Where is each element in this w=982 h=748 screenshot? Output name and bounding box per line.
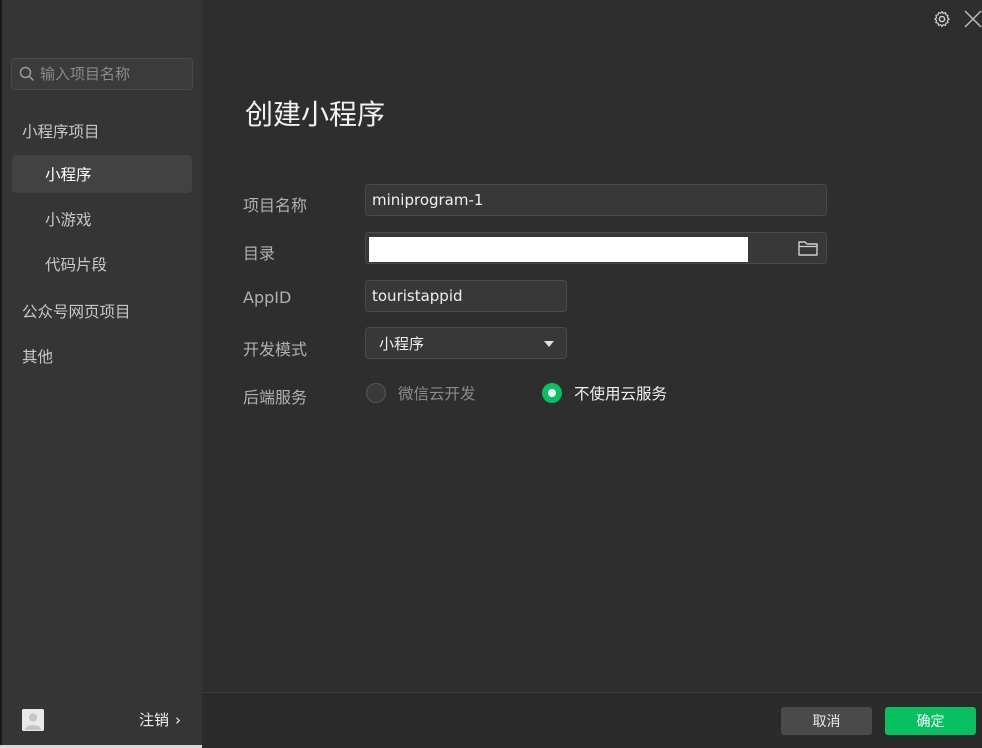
search-input[interactable] [40, 65, 180, 83]
directory-field[interactable] [365, 232, 827, 264]
appid-label: AppID [243, 288, 292, 307]
sidebar-section-other[interactable]: 其他 [22, 345, 53, 367]
radio-no-cloud[interactable]: 不使用云服务 [542, 382, 667, 404]
directory-value[interactable] [369, 237, 748, 262]
project-name-value: miniprogram-1 [372, 191, 484, 209]
dev-mode-select[interactable]: 小程序 [365, 327, 567, 359]
dev-mode-value: 小程序 [379, 334, 425, 353]
confirm-button[interactable]: 确定 [885, 707, 976, 735]
directory-label: 目录 [243, 244, 276, 263]
sidebar-section-miniprogram-projects[interactable]: 小程序项目 [22, 120, 100, 142]
main-panel: 创建小程序 项目名称 miniprogram-1 目录 AppID touris… [202, 0, 982, 692]
search-icon [19, 66, 35, 82]
search-box[interactable] [11, 58, 193, 90]
chevron-down-icon [544, 341, 554, 347]
sidebar-item-miniprogram[interactable]: 小程序 [12, 155, 192, 193]
appid-value: touristappid [372, 287, 463, 305]
gear-icon[interactable] [933, 10, 951, 28]
sidebar-footer: 注销 › [2, 692, 202, 748]
radio-label: 不使用云服务 [574, 385, 668, 403]
sidebar-section-official-account-web[interactable]: 公众号网页项目 [22, 300, 131, 322]
dev-mode-label: 开发模式 [243, 340, 308, 359]
sidebar-item-code-snippet[interactable]: 代码片段 [12, 245, 192, 283]
logout-button[interactable]: 注销 › [139, 709, 181, 730]
project-name-label: 项目名称 [243, 196, 308, 215]
logout-label: 注销 [139, 711, 170, 729]
cancel-button[interactable]: 取消 [781, 707, 872, 735]
radio-circle [542, 383, 562, 403]
sidebar: 小程序项目 小程序 小游戏 代码片段 公众号网页项目 其他 注销 › [2, 0, 202, 748]
chevron-right-icon: › [175, 710, 182, 729]
radio-circle [366, 383, 386, 403]
folder-icon[interactable] [798, 240, 818, 256]
sidebar-item-minigame[interactable]: 小游戏 [12, 200, 192, 238]
close-icon[interactable] [964, 10, 982, 28]
avatar-icon[interactable] [22, 709, 44, 731]
backend-label: 后端服务 [243, 388, 308, 407]
radio-wechat-cloud[interactable]: 微信云开发 [366, 382, 476, 404]
appid-field[interactable]: touristappid [365, 280, 567, 312]
project-name-field[interactable]: miniprogram-1 [365, 184, 827, 216]
radio-label: 微信云开发 [398, 385, 476, 403]
dialog-footer: 取消 确定 [202, 692, 982, 748]
page-title: 创建小程序 [245, 98, 386, 131]
